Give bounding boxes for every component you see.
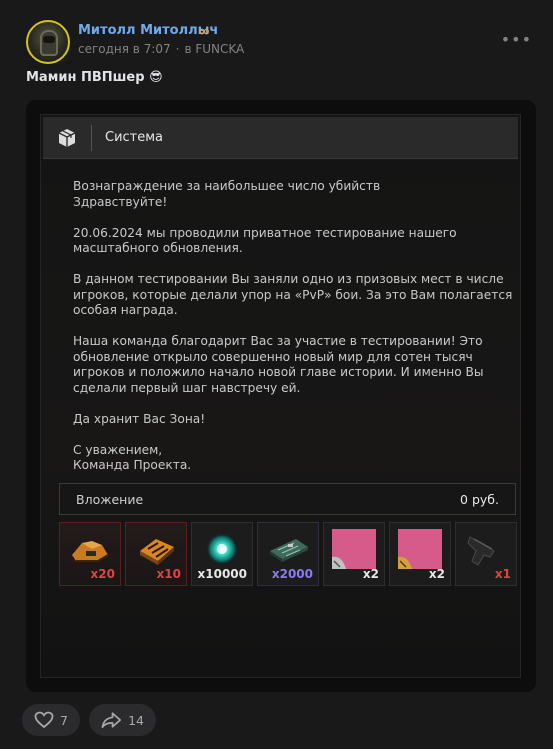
sunglasses-emoji-icon: 😎: [149, 70, 163, 85]
item-slot[interactable]: x2000: [257, 522, 319, 586]
item-count: x2000: [271, 567, 313, 581]
ammo-case-icon: [140, 539, 174, 565]
message-greeting: Здравствуйте!: [73, 194, 168, 209]
more-dots-icon[interactable]: •••: [501, 30, 532, 49]
game-message-window: Система Вознаграждение за наибольшее чис…: [40, 114, 521, 678]
meta-separator: ·: [175, 42, 180, 56]
attachment-amount: 0 руб.: [460, 492, 499, 507]
armor-plate-icon: [72, 541, 109, 562]
item-slot[interactable]: x1: [455, 522, 517, 586]
window-titlebar: Система: [43, 117, 518, 159]
item-slot[interactable]: x10000: [191, 522, 253, 586]
post-header: Митолл Митоллыч ∞ сегодня в 7:07 · в FUNCK…: [26, 20, 536, 64]
avatar-mask: [43, 36, 55, 43]
heart-icon: [34, 711, 54, 729]
post-image[interactable]: Система Вознаграждение за наибольшее чис…: [26, 100, 536, 692]
item-slot[interactable]: x2: [323, 522, 385, 586]
item-slot[interactable]: x20: [59, 522, 121, 586]
item-count: x1: [494, 567, 511, 581]
title-separator: [91, 125, 92, 151]
window-title: Система: [105, 130, 164, 145]
attachment-items: x20 x10 x10000 x2000 x2 x2 x1: [59, 522, 519, 586]
item-count: x10: [156, 567, 181, 581]
message-paragraph-4: Наша команда благодарит Вас за участие в…: [73, 334, 484, 395]
message-paragraph-5: Да хранит Вас Зона!: [73, 411, 206, 426]
share-arrow-icon: [101, 712, 122, 729]
pistol-icon: [467, 536, 495, 566]
like-button[interactable]: 7: [22, 704, 80, 736]
box-icon: [58, 129, 76, 147]
message-paragraph-2: 20.06.2024 мы проводили приватное тестир…: [73, 225, 457, 256]
share-count: 14: [128, 712, 144, 728]
post-group-link[interactable]: в FUNCKA: [184, 42, 244, 56]
avatar-figure: [40, 30, 58, 56]
attachment-label: Вложение: [76, 492, 144, 507]
message-signature: Команда Проекта.: [73, 458, 192, 472]
infinity-icon: ∞: [198, 22, 211, 40]
item-count: x2: [362, 567, 379, 581]
attachment-bar: Вложение 0 руб.: [59, 483, 516, 515]
message-signoff: С уважением,: [73, 442, 163, 457]
pink-card-icon: [332, 529, 376, 569]
author-avatar[interactable]: [26, 20, 70, 64]
circuit-board-icon: [270, 539, 308, 562]
post-text-content: Мамин ПВПшер: [26, 70, 145, 85]
item-count: x20: [90, 567, 115, 581]
message-paragraph-3: В данном тестировании Вы заняли одно из …: [73, 272, 513, 317]
item-slot[interactable]: x2: [389, 522, 451, 586]
item-count: x2: [428, 567, 445, 581]
pink-card-icon: [398, 529, 442, 569]
post-meta: сегодня в 7:07 · в FUNCKA: [78, 42, 244, 56]
message-subject: Вознаграждение за наибольшее число убийс…: [73, 179, 381, 193]
item-count: x10000: [197, 567, 248, 581]
like-count: 7: [60, 712, 68, 728]
share-button[interactable]: 14: [89, 704, 156, 736]
message-body: Вознаграждение за наибольшее число убийс…: [73, 179, 513, 489]
energy-orb-icon: [206, 533, 238, 565]
item-slot[interactable]: x10: [125, 522, 187, 586]
post-time[interactable]: сегодня в 7:07: [78, 42, 171, 56]
post-text: Мамин ПВПшер 😎: [26, 70, 163, 85]
